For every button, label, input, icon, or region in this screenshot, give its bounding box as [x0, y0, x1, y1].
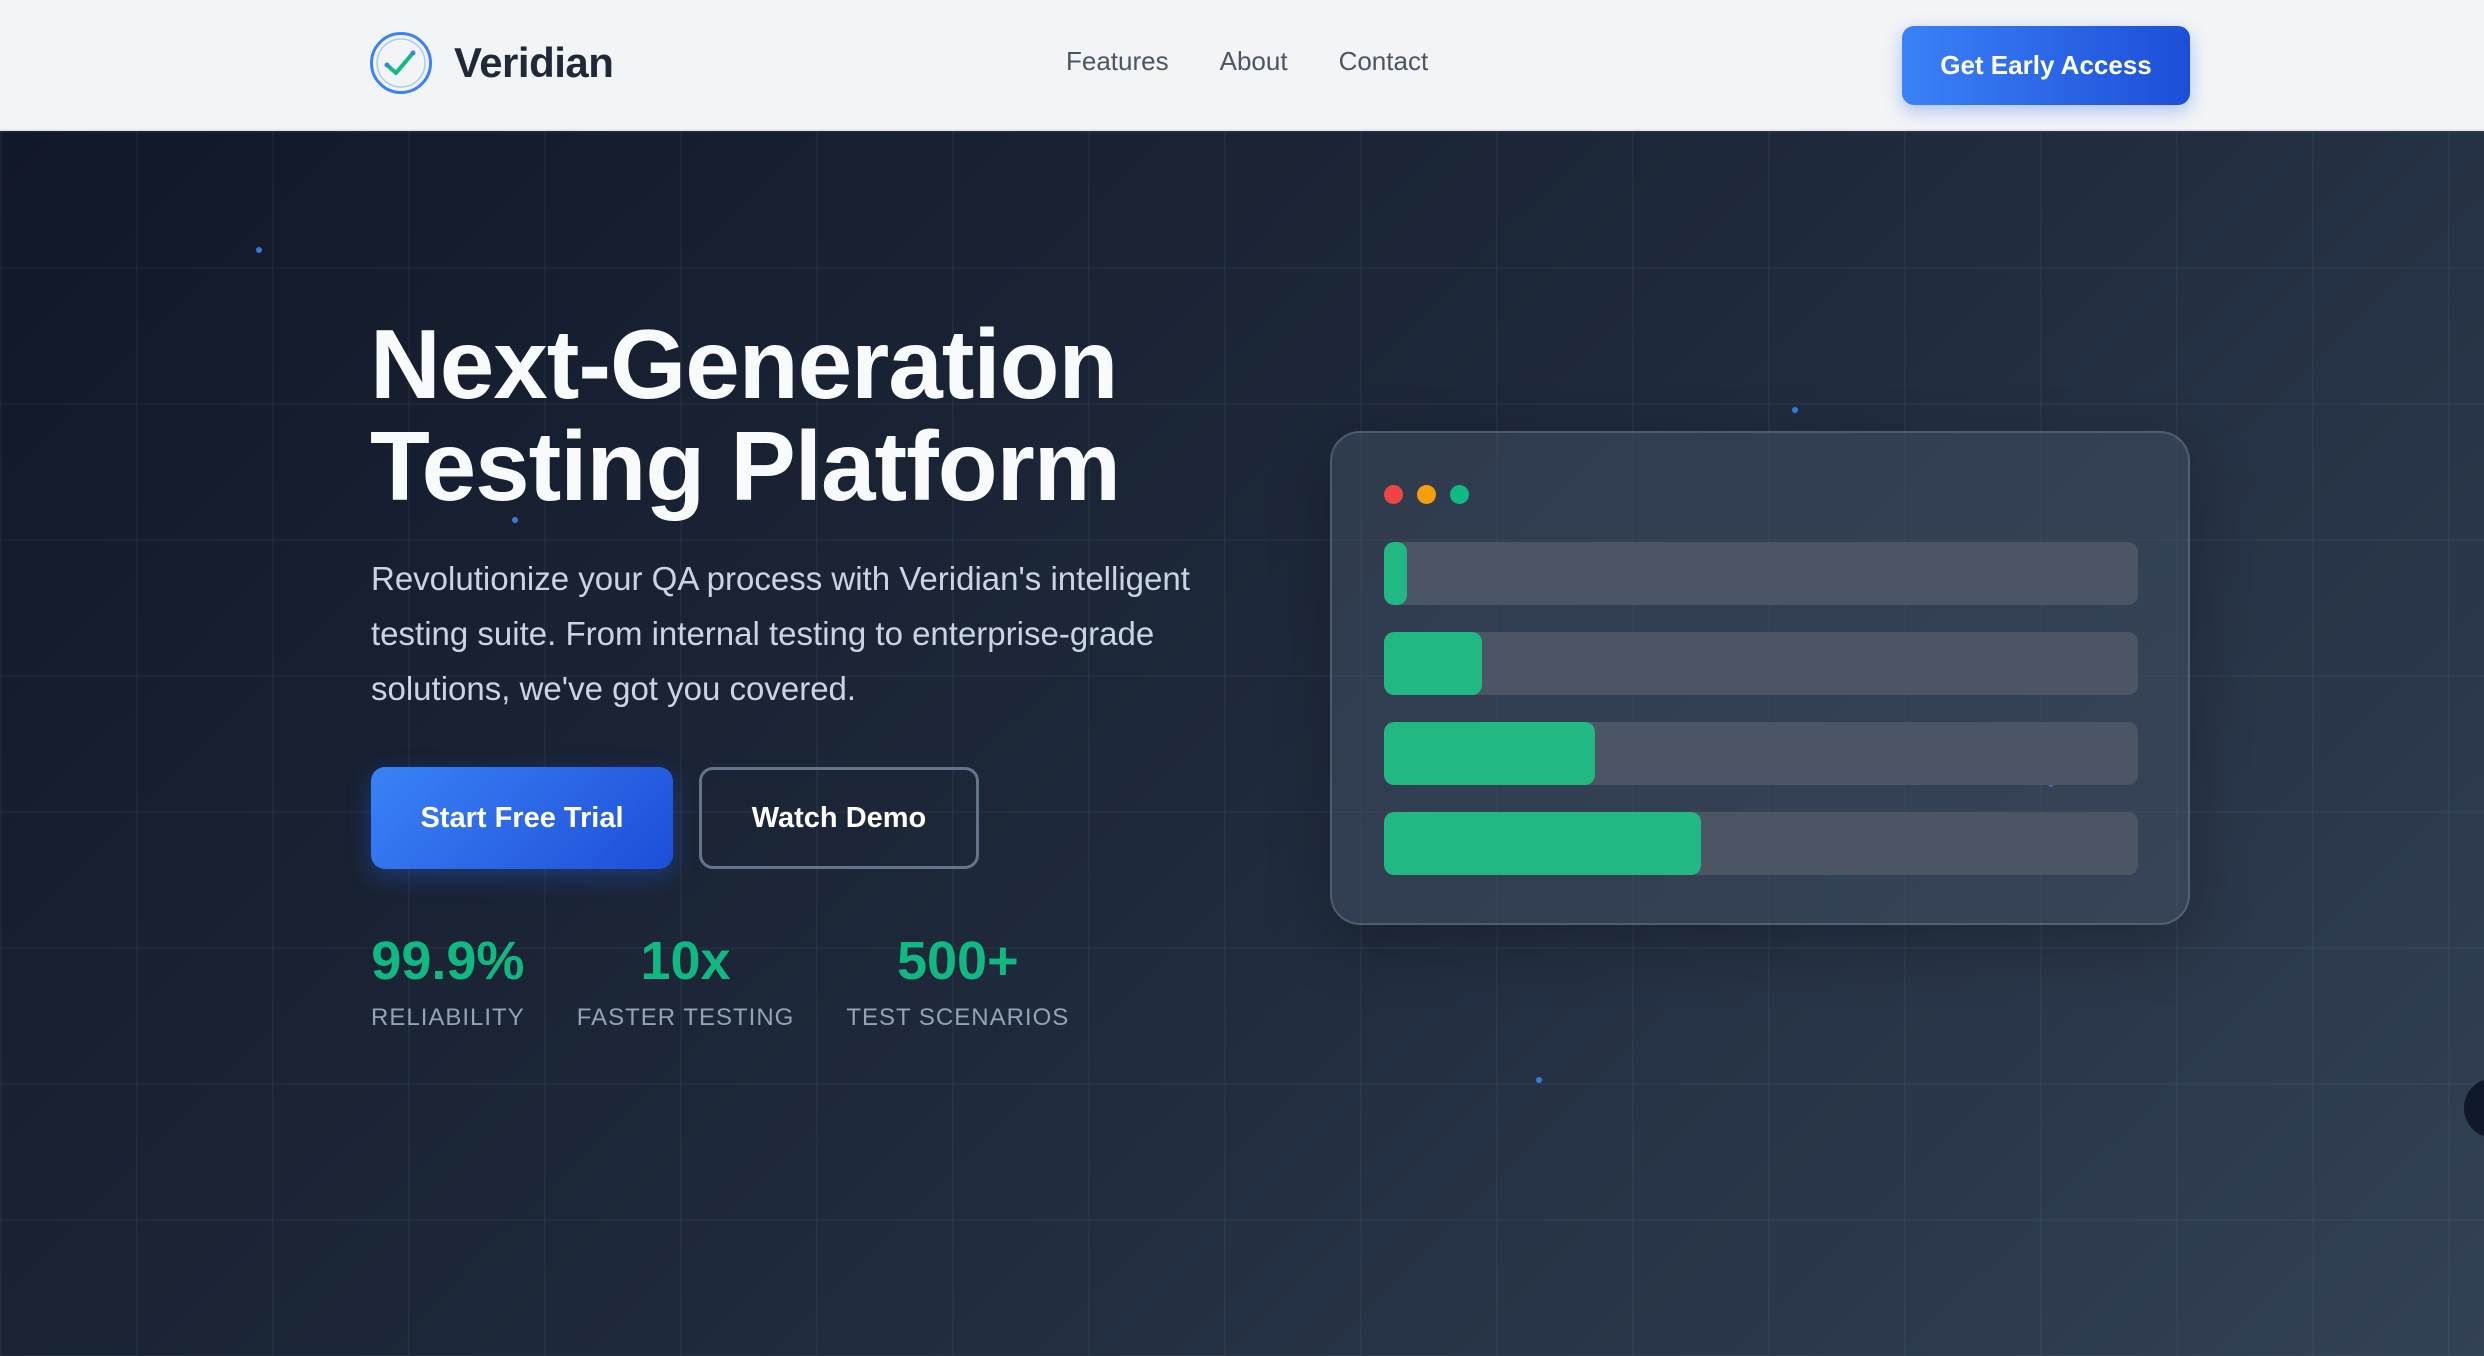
brand-logo[interactable]: Veridian	[370, 32, 614, 94]
progress-bars	[1384, 542, 2138, 902]
nav-link-features[interactable]: Features	[1066, 46, 1169, 77]
progress-track	[1384, 722, 2138, 785]
window-maximize-dot	[1450, 485, 1469, 504]
progress-track	[1384, 632, 2138, 695]
progress-fill	[1384, 812, 1701, 875]
get-early-access-button[interactable]: Get Early Access	[1902, 26, 2190, 105]
window-controls	[1384, 485, 1469, 504]
checkmark-logo-icon	[370, 32, 432, 94]
stat-value: 10x	[640, 931, 731, 991]
stat-label: FASTER TESTING	[576, 1004, 795, 1031]
progress-track	[1384, 812, 2138, 875]
decorative-dot	[1792, 407, 1798, 413]
progress-fill	[1384, 722, 1596, 785]
stat-faster-testing: 10x FASTER TESTING	[577, 926, 795, 1032]
stat-test-scenarios: 500+ TEST SCENARIOS	[846, 926, 1069, 1032]
progress-track	[1384, 542, 2138, 605]
hero-title-line-1: Next-Generation	[370, 309, 1118, 419]
hero-subtitle: Revolutionize your QA process with Verid…	[371, 560, 1190, 707]
landing-page: Veridian Features About Contact Get Earl…	[0, 0, 2484, 1356]
decorative-dot	[1536, 1077, 1542, 1083]
stat-label: TEST SCENARIOS	[846, 1004, 1070, 1031]
window-minimize-dot	[1417, 485, 1436, 504]
nav-link-contact[interactable]: Contact	[1339, 46, 1429, 77]
dashboard-preview-card	[1330, 431, 2190, 925]
stat-label: RELIABILITY	[371, 1004, 525, 1031]
hero-section: Next-Generation Testing Platform Revolut…	[0, 131, 2484, 1356]
progress-fill	[1384, 542, 1407, 605]
stat-reliability: 99.9% RELIABILITY	[371, 926, 525, 1032]
start-free-trial-button[interactable]: Start Free Trial	[371, 767, 673, 869]
window-close-dot	[1384, 485, 1403, 504]
progress-fill	[1384, 632, 1483, 695]
top-navbar: Veridian Features About Contact Get Earl…	[0, 0, 2484, 131]
stat-value: 500+	[896, 931, 1019, 991]
stat-value: 99.9%	[371, 931, 525, 991]
nav-link-about[interactable]: About	[1220, 46, 1288, 77]
hero-title-line-2: Testing Platform	[370, 411, 1121, 521]
brand-name: Veridian	[454, 39, 614, 86]
watch-demo-button[interactable]: Watch Demo	[699, 767, 979, 869]
decorative-dot	[256, 247, 262, 253]
hero-title: Next-Generation Testing Platform	[370, 313, 1121, 517]
stats-row: 99.9% RELIABILITY 10x FASTER TESTING 500…	[371, 926, 1069, 1032]
nav-links: Features About Contact	[1066, 46, 1428, 77]
